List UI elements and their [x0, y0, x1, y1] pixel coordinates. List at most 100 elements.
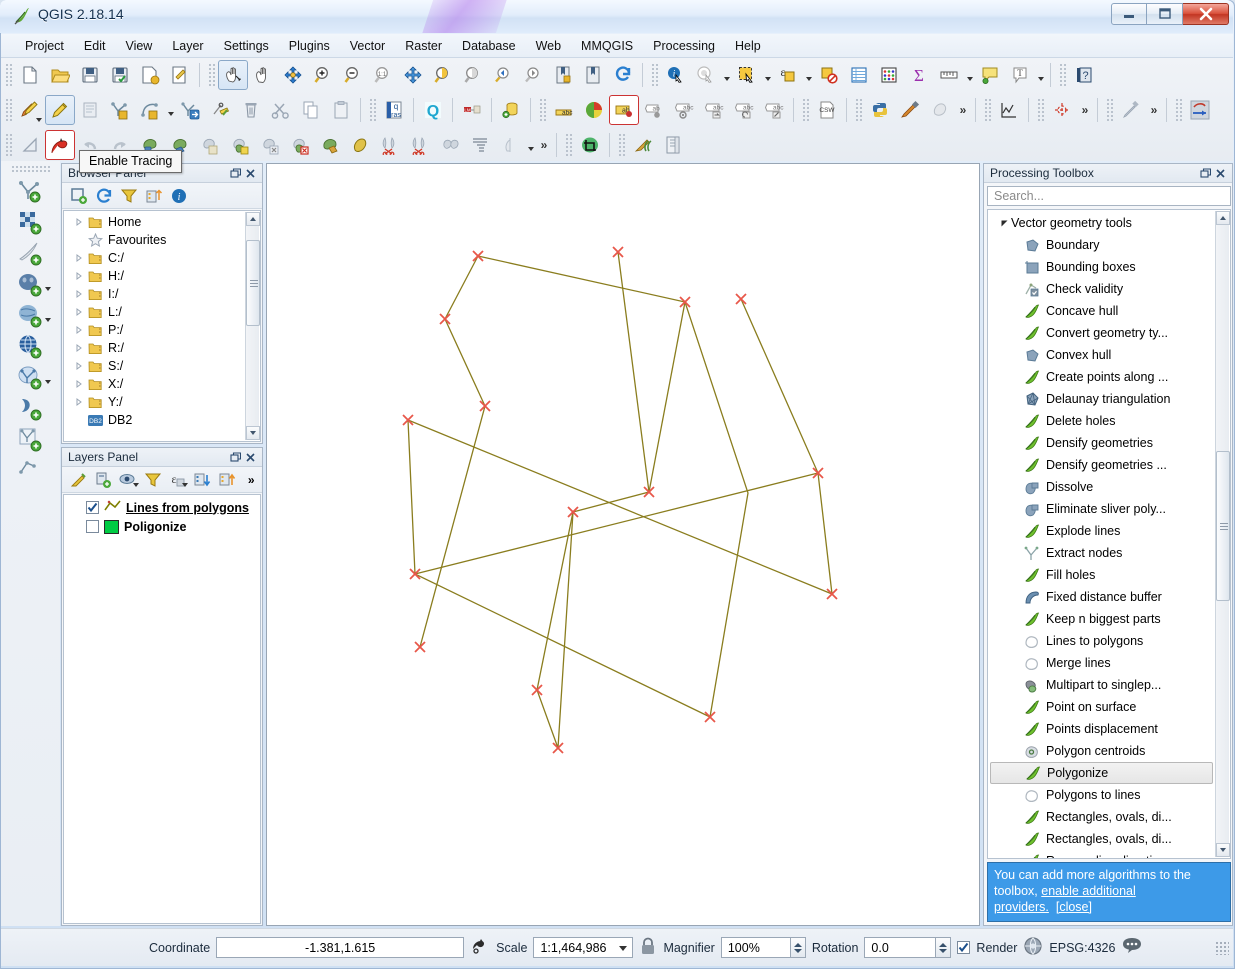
- add-feature-dropdown-arrow[interactable]: [165, 95, 176, 125]
- annotation-dropdown-arrow[interactable]: [1035, 60, 1046, 90]
- expand-arrow-icon[interactable]: [72, 290, 86, 298]
- enable-tracing-icon[interactable]: [45, 130, 75, 160]
- toolbar-grip[interactable]: [368, 97, 376, 123]
- toolbar-grip[interactable]: [650, 62, 658, 88]
- manage-visibility-icon[interactable]: [117, 469, 139, 491]
- rotation-input[interactable]: 0.0: [864, 937, 937, 958]
- toolbar-overflow-button[interactable]: »: [1146, 95, 1162, 125]
- new-project-icon[interactable]: [15, 60, 45, 90]
- delete-part-icon[interactable]: [285, 130, 315, 160]
- algorithm-list[interactable]: Vector geometry tools Boundary Bounding …: [987, 209, 1231, 859]
- layers-panel-float-button[interactable]: [228, 450, 243, 465]
- add-group-icon[interactable]: [93, 469, 115, 491]
- chevron-down-icon[interactable]: [619, 945, 628, 951]
- processing-panel-float-button[interactable]: [1198, 166, 1213, 181]
- measure-line-icon[interactable]: [934, 60, 964, 90]
- toolbar-grip[interactable]: [1105, 97, 1113, 123]
- algorithm-rectangles-ovals-diamonds-1[interactable]: Rectangles, ovals, di...: [988, 806, 1215, 828]
- rotate-label-icon[interactable]: abc: [699, 95, 729, 125]
- lm-icon[interactable]: LM: [457, 95, 487, 125]
- open-project-icon[interactable]: [45, 60, 75, 90]
- algorithm-densify-geometries-2[interactable]: Densify geometries ...: [988, 454, 1215, 476]
- algorithm-polygons-to-lines[interactable]: Polygons to lines: [988, 784, 1215, 806]
- browser-scroll-thumb[interactable]: [246, 240, 260, 326]
- move-feature-icon[interactable]: [176, 95, 206, 125]
- zoom-native-icon[interactable]: 1:1: [368, 60, 398, 90]
- expand-arrow-icon[interactable]: [72, 254, 86, 262]
- new-shapefile-icon[interactable]: [9, 456, 53, 486]
- menu-layer[interactable]: Layer: [162, 36, 213, 56]
- expand-arrow-icon[interactable]: [72, 326, 86, 334]
- browser-item-c-drive[interactable]: C:/: [64, 249, 245, 267]
- rotation-stepper[interactable]: [936, 937, 952, 958]
- toolbar-grip[interactable]: [207, 62, 215, 88]
- layer-tree[interactable]: Lines from polygons Poligonize: [63, 494, 261, 924]
- algorithm-dissolve[interactable]: Dissolve: [988, 476, 1215, 498]
- minimize-button[interactable]: [1111, 3, 1147, 25]
- bookmark-show-icon[interactable]: [578, 60, 608, 90]
- algorithm-merge-lines[interactable]: Merge lines: [988, 652, 1215, 674]
- plugin-manager-icon[interactable]: [895, 95, 925, 125]
- toolbar-grip[interactable]: [1036, 97, 1044, 123]
- toggle-editing-icon[interactable]: [45, 95, 75, 125]
- browser-item-db2[interactable]: DB2 DB2: [64, 411, 245, 429]
- toolbar-overflow-button[interactable]: »: [955, 95, 971, 125]
- bookmark-new-icon[interactable]: [548, 60, 578, 90]
- algorithm-check-validity[interactable]: Check validity: [988, 278, 1215, 300]
- algorithm-densify-geometries[interactable]: Densify geometries: [988, 432, 1215, 454]
- composer-manager-icon[interactable]: [165, 60, 195, 90]
- processing-vertical-scrollbar[interactable]: [1215, 211, 1230, 857]
- browser-item-h-drive[interactable]: H:/: [64, 267, 245, 285]
- map-tips-icon[interactable]: [691, 60, 721, 90]
- add-postgis-layer-icon[interactable]: [9, 270, 53, 300]
- qgis-q-icon[interactable]: Q: [418, 95, 448, 125]
- scroll-down-arrow-icon[interactable]: [1216, 843, 1230, 857]
- browser-item-p-drive[interactable]: P:/: [64, 321, 245, 339]
- toolbar-overflow-button[interactable]: »: [536, 130, 552, 160]
- algorithm-rectangles-ovals-diamonds-2[interactable]: Rectangles, ovals, di...: [988, 828, 1215, 850]
- expand-arrow-icon[interactable]: [72, 344, 86, 352]
- algorithm-keep-n-biggest-parts[interactable]: Keep n biggest parts: [988, 608, 1215, 630]
- notice-close-link[interactable]: [close]: [1056, 900, 1092, 914]
- qras-icon[interactable]: q ras: [379, 95, 409, 125]
- expand-all-icon[interactable]: [191, 469, 213, 491]
- select-expression-dropdown-arrow[interactable]: [803, 60, 814, 90]
- plot-icon[interactable]: [994, 95, 1024, 125]
- menu-settings[interactable]: Settings: [214, 36, 279, 56]
- save-layer-edits-icon[interactable]: [75, 95, 105, 125]
- add-selected-layers-icon[interactable]: [68, 185, 90, 207]
- scale-combobox[interactable]: 1:1,464,986: [533, 937, 634, 958]
- layer-visibility-checkbox[interactable]: [86, 501, 99, 514]
- algorithm-polygon-centroids[interactable]: Polygon centroids: [988, 740, 1215, 762]
- expand-arrow-icon[interactable]: [72, 362, 86, 370]
- algorithm-convex-hull[interactable]: Convex hull: [988, 344, 1215, 366]
- collapse-all-icon[interactable]: [216, 469, 238, 491]
- new-print-composer-icon[interactable]: [135, 60, 165, 90]
- toolbar-grip[interactable]: [1174, 97, 1182, 123]
- crop-icon[interactable]: [575, 130, 605, 160]
- properties-icon[interactable]: i: [168, 185, 190, 207]
- menu-vector[interactable]: Vector: [340, 36, 395, 56]
- expression-filter-icon[interactable]: ε: [167, 469, 189, 491]
- toolbar-grip[interactable]: [854, 97, 862, 123]
- collapse-all-icon[interactable]: [143, 185, 165, 207]
- menu-mmqgis[interactable]: MMQGIS: [571, 36, 643, 56]
- chevron-down-icon[interactable]: [44, 318, 51, 322]
- algorithm-boundary[interactable]: Boundary: [988, 234, 1215, 256]
- node-tool-icon[interactable]: [206, 95, 236, 125]
- merge-features-icon[interactable]: [435, 130, 465, 160]
- scroll-down-arrow-icon[interactable]: [246, 426, 260, 440]
- plugin-gray-icon[interactable]: [925, 95, 955, 125]
- algorithm-delete-holes[interactable]: Delete holes: [988, 410, 1215, 432]
- browser-item-y-drive[interactable]: Y:/: [64, 393, 245, 411]
- menu-plugins[interactable]: Plugins: [279, 36, 340, 56]
- rotate-point-symbols-icon[interactable]: [495, 130, 525, 160]
- show-hide-labels-icon[interactable]: ab: [639, 95, 669, 125]
- processing-panel-close-button[interactable]: [1213, 166, 1228, 181]
- layer-row-lines-from-polygons[interactable]: Lines from polygons: [64, 498, 260, 517]
- algorithm-concave-hull[interactable]: Concave hull: [988, 300, 1215, 322]
- crs-globe-icon[interactable]: [1023, 936, 1043, 959]
- browser-item-s-drive[interactable]: S:/: [64, 357, 245, 375]
- menu-view[interactable]: View: [115, 36, 162, 56]
- merge-attributes-icon[interactable]: [465, 130, 495, 160]
